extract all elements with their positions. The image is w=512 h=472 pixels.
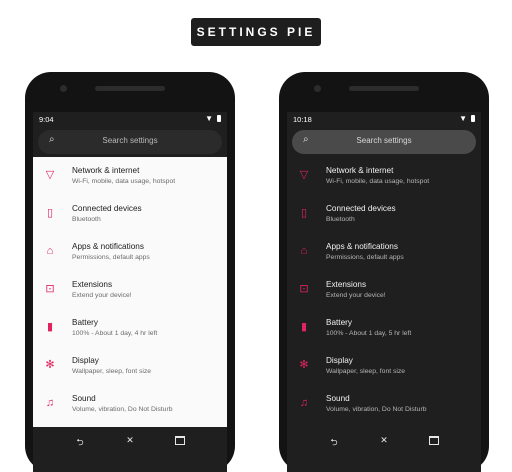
extensions-icon: ⊡ [45,283,55,295]
speaker-grille [95,86,165,91]
back-icon[interactable]: ⮌ [327,435,341,451]
phone-light-theme: 9:04 ▼ ⌕ Search settings ▽ Network & int… [25,72,235,472]
search-placeholder: Search settings [102,136,158,145]
wifi-icon: ▼ [459,114,467,123]
recents-icon[interactable] [173,435,187,447]
wifi-icon: ▼ [205,114,213,123]
item-title: Apps & notifications [326,242,398,251]
item-title: Sound [326,394,350,403]
settings-item-extensions[interactable]: ⊡ Extensions Extend your device! [33,271,227,309]
search-bar[interactable]: ⌕ Search settings [38,130,222,154]
item-subtitle: 100% - About 1 day, 4 hr left [72,330,158,337]
settings-item-sound[interactable]: ♫ Sound Volume, vibration, Do Not Distur… [33,385,227,423]
settings-pie-badge: SETTINGS PIE [191,18,321,46]
settings-item-network[interactable]: ▽ Network & internet Wi-Fi, mobile, data… [287,157,481,195]
sound-icon: ♫ [45,397,55,409]
item-subtitle: 100% - About 1 day, 5 hr left [326,330,412,337]
navigation-bar: ⮌ ✕ [287,429,481,453]
screen: 9:04 ▼ ⌕ Search settings ▽ Network & int… [33,112,227,472]
settings-item-connected-devices[interactable]: ▯ Connected devices Bluetooth [287,195,481,233]
item-title: Network & internet [326,166,394,175]
settings-list: ▽ Network & internet Wi-Fi, mobile, data… [287,157,481,427]
item-subtitle: Extend your device! [326,292,386,299]
status-time: 10:18 [293,115,312,124]
item-title: Sound [72,394,96,403]
battery-icon: ▮ [300,321,308,333]
status-bar: 10:18 ▼ [287,112,481,126]
settings-item-display[interactable]: ✻ Display Wallpaper, sleep, font size [287,347,481,385]
sound-icon: ♫ [299,397,309,409]
settings-item-apps[interactable]: ⌂ Apps & notifications Permissions, defa… [287,233,481,271]
item-subtitle: Wallpaper, sleep, font size [72,368,152,375]
settings-item-battery[interactable]: ▮ Battery 100% - About 1 day, 4 hr left [33,309,227,347]
item-title: Extensions [72,280,113,289]
item-subtitle: Permissions, default apps [326,254,404,261]
camera-icon [60,85,67,92]
item-subtitle: Volume, vibration, Do Not Disturb [72,406,173,413]
battery-status-icon [471,115,475,122]
extensions-icon: ⊡ [299,283,309,295]
settings-list: ▽ Network & internet Wi-Fi, mobile, data… [33,157,227,427]
settings-item-extensions[interactable]: ⊡ Extensions Extend your device! [287,271,481,309]
recents-icon[interactable] [427,435,441,447]
status-time: 9:04 [39,115,54,124]
search-bar[interactable]: ⌕ Search settings [292,130,476,154]
network-icon: ▽ [45,169,55,181]
camera-icon [314,85,321,92]
settings-item-apps[interactable]: ⌂ Apps & notifications Permissions, defa… [33,233,227,271]
item-title: Display [72,356,99,365]
display-icon: ✻ [299,359,309,371]
item-subtitle: Volume, vibration, Do Not Disturb [326,406,427,413]
item-subtitle: Bluetooth [72,216,101,223]
item-title: Apps & notifications [72,242,144,251]
navigation-bar: ⮌ ✕ [33,429,227,453]
item-title: Connected devices [326,204,396,213]
apps-icon: ⌂ [46,245,54,257]
item-title: Display [326,356,353,365]
item-subtitle: Permissions, default apps [72,254,150,261]
item-title: Connected devices [72,204,142,213]
settings-item-display[interactable]: ✻ Display Wallpaper, sleep, font size [33,347,227,385]
settings-item-connected-devices[interactable]: ▯ Connected devices Bluetooth [33,195,227,233]
close-icon[interactable]: ✕ [123,435,137,446]
close-icon[interactable]: ✕ [377,435,391,446]
search-placeholder: Search settings [356,136,412,145]
item-subtitle: Wi-Fi, mobile, data usage, hotspot [326,178,430,185]
settings-item-network[interactable]: ▽ Network & internet Wi-Fi, mobile, data… [33,157,227,195]
settings-item-sound[interactable]: ♫ Sound Volume, vibration, Do Not Distur… [287,385,481,423]
speaker-grille [349,86,419,91]
phone-dark-theme: 10:18 ▼ ⌕ Search settings ▽ Network & in… [279,72,489,472]
item-title: Network & internet [72,166,140,175]
apps-icon: ⌂ [300,245,308,257]
network-icon: ▽ [299,169,309,181]
devices-icon: ▯ [300,207,308,219]
item-subtitle: Wi-Fi, mobile, data usage, hotspot [72,178,176,185]
devices-icon: ▯ [46,207,54,219]
item-subtitle: Extend your device! [72,292,132,299]
battery-icon: ▮ [46,321,54,333]
item-title: Battery [72,318,98,327]
item-subtitle: Wallpaper, sleep, font size [326,368,406,375]
item-title: Battery [326,318,352,327]
display-icon: ✻ [45,359,55,371]
screen: 10:18 ▼ ⌕ Search settings ▽ Network & in… [287,112,481,472]
back-icon[interactable]: ⮌ [73,435,87,451]
status-bar: 9:04 ▼ [33,112,227,126]
battery-status-icon [217,115,221,122]
item-title: Extensions [326,280,367,289]
item-subtitle: Bluetooth [326,216,355,223]
settings-item-battery[interactable]: ▮ Battery 100% - About 1 day, 5 hr left [287,309,481,347]
